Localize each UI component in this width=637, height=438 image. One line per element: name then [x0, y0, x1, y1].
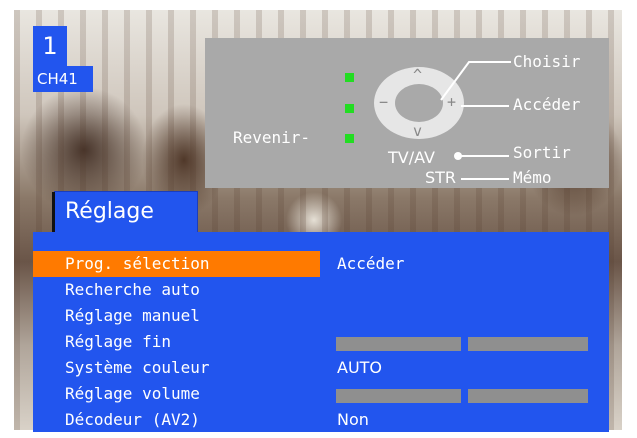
remote-help-panel: Revenir- ^ v − + Choisir Accéder TV/AV S…: [205, 38, 609, 188]
menu-item-label: Décodeur (AV2): [65, 410, 200, 429]
sortir-pointer-line: [454, 152, 509, 160]
menu-item-value: AUTO: [337, 358, 383, 377]
menu-item-reglage-fin[interactable]: Réglage fin: [33, 329, 609, 355]
menu-item-reglage-volume[interactable]: Réglage volume: [33, 381, 609, 407]
menu-item-recherche-auto[interactable]: Recherche auto: [33, 277, 609, 303]
led-indicator-middle: [345, 104, 354, 113]
menu-item-reglage-manuel[interactable]: Réglage manuel: [33, 303, 609, 329]
str-label: STR: [425, 168, 457, 187]
up-arrow-icon: ^: [413, 66, 423, 84]
sortir-label: Sortir: [513, 143, 571, 162]
minus-icon: −: [379, 93, 389, 111]
menu-item-prog-selection[interactable]: Prog. sélection Accéder: [33, 251, 609, 277]
acceder-pointer-line: [461, 105, 509, 107]
fine-tune-bar-right: [468, 337, 588, 351]
led-indicator-top: [345, 73, 354, 82]
menu-item-label: Système couleur: [65, 358, 210, 377]
menu-item-label: Réglage volume: [65, 384, 200, 403]
menu-item-label: Réglage manuel: [65, 306, 200, 325]
memo-pointer-line: [461, 178, 509, 180]
menu-item-label: Prog. sélection: [33, 251, 320, 277]
menu-item-label: Réglage fin: [65, 332, 171, 351]
acceder-label: Accéder: [513, 95, 581, 114]
fine-tune-bar-left: [336, 337, 461, 351]
menu-item-decodeur-av2[interactable]: Décodeur (AV2) Non: [33, 407, 609, 433]
led-indicator-bottom: [345, 134, 354, 143]
channel-name: CH41: [33, 66, 93, 92]
menu-item-value: Accéder: [337, 254, 405, 273]
menu-title: Réglage: [55, 192, 197, 232]
down-arrow-icon: v: [413, 122, 423, 140]
choisir-label: Choisir: [513, 52, 581, 71]
volume-bar-right: [468, 389, 588, 403]
menu-item-systeme-couleur[interactable]: Système couleur AUTO: [33, 355, 609, 381]
volume-bar-left: [336, 389, 461, 403]
menu-item-label: Recherche auto: [65, 280, 200, 299]
settings-menu: Prog. sélection Accéder Recherche auto R…: [33, 232, 609, 432]
channel-number: 1: [33, 26, 67, 66]
tvav-label: TV/AV: [388, 148, 435, 167]
menu-item-value: Non: [337, 410, 369, 429]
memo-label: Mémo: [513, 168, 552, 187]
revenir-label: Revenir-: [233, 128, 311, 147]
